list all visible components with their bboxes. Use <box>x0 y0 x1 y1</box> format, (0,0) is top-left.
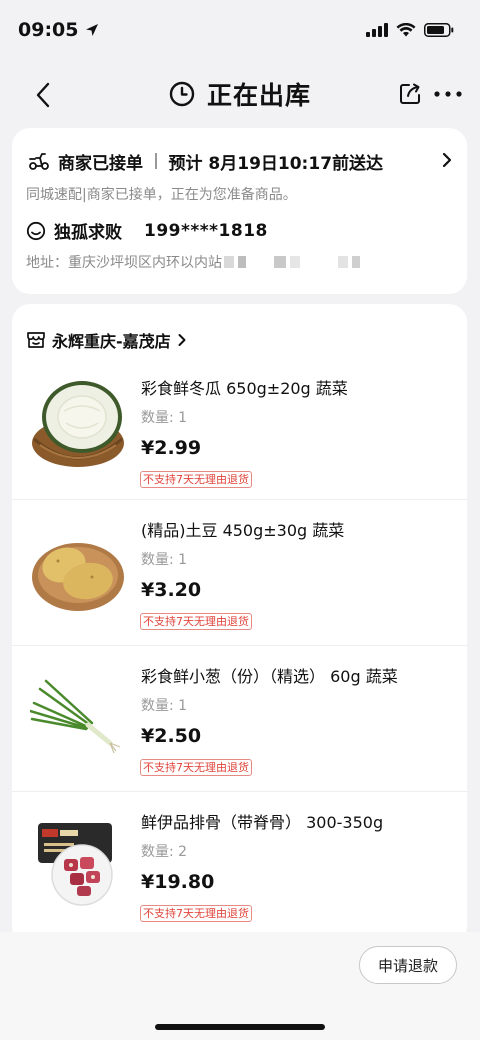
item-divider <box>12 499 467 500</box>
home-indicator <box>155 1024 325 1030</box>
contact-name: 独孤求败 <box>54 223 122 243</box>
list-item[interactable]: 鲜伊品排骨（带脊骨） 300-350g 数量: 2 ¥19.80 不支持7天无理… <box>12 791 467 937</box>
no-return-badge: 不支持7天无理由退货 <box>140 905 252 922</box>
address-redaction-mosaic <box>224 256 360 268</box>
address-text: 重庆沙坪坝区内环以内站 <box>68 255 222 271</box>
share-icon <box>400 83 420 104</box>
list-item[interactable]: 彩食鲜冬瓜 650g±20g 蔬菜 数量: 1 ¥2.99 不支持7天无理由退货 <box>12 357 467 503</box>
delivery-scooter-icon <box>29 153 49 170</box>
item-divider <box>12 645 467 646</box>
delivery-status: 商家已接单 <box>58 153 143 174</box>
product-name: 彩食鲜小葱（份）（精选） 60g 蔬菜 <box>141 667 398 686</box>
delivery-status-row[interactable]: 商家已接单 预计 8月19日10:17前送达 <box>28 148 453 174</box>
store-name: 永辉重庆-嘉茂店 <box>52 332 171 351</box>
request-refund-button[interactable]: 申请退款 <box>359 946 457 984</box>
status-time: 09:05 <box>18 19 100 41</box>
product-quantity: 数量: 1 <box>141 552 188 568</box>
address-label: 地址： <box>26 255 68 271</box>
delivery-card[interactable]: 商家已接单 预计 8月19日10:17前送达 同城速配|商家已接单，正在为您准备… <box>12 128 467 294</box>
status-icons <box>366 23 454 37</box>
product-name: (精品)土豆 450g±30g 蔬菜 <box>141 521 345 540</box>
product-name: 彩食鲜冬瓜 650g±20g 蔬菜 <box>141 379 348 398</box>
nav-bar: 正在出库 <box>0 64 480 124</box>
product-price: ¥19.80 <box>141 871 215 893</box>
contact-row: 独孤求败 199****1818 <box>26 218 268 243</box>
chevron-right-icon <box>178 334 186 346</box>
bottom-action-bar: 申请退款 <box>0 932 480 1040</box>
list-item[interactable]: (精品)土豆 450g±30g 蔬菜 数量: 1 ¥3.20 不支持7天无理由退… <box>12 499 467 645</box>
share-button[interactable] <box>396 80 424 108</box>
delivery-description: 同城速配|商家已接单，正在为您准备商品。 <box>26 187 297 203</box>
list-item[interactable]: 彩食鲜小葱（份）（精选） 60g 蔬菜 数量: 1 ¥2.50 不支持7天无理由… <box>12 645 467 791</box>
contact-phone: 199****1818 <box>144 220 268 241</box>
no-return-badge: 不支持7天无理由退货 <box>140 759 252 776</box>
product-quantity: 数量: 2 <box>141 844 188 860</box>
product-name: 鲜伊品排骨（带脊骨） 300-350g <box>141 813 384 832</box>
no-return-badge: 不支持7天无理由退货 <box>140 471 252 488</box>
product-image-winter-melon <box>30 371 130 471</box>
product-price: ¥2.99 <box>141 437 202 459</box>
wifi-icon <box>396 23 416 37</box>
product-image-potato <box>30 519 130 619</box>
chevron-left-icon <box>36 82 50 108</box>
product-image-pork-ribs <box>30 809 130 909</box>
no-return-badge: 不支持7天无理由退货 <box>140 613 252 630</box>
battery-icon <box>424 23 454 37</box>
back-button[interactable] <box>28 80 58 110</box>
delivery-eta: 预计 8月19日10:17前送达 <box>168 153 384 174</box>
chevron-right-icon <box>442 152 452 168</box>
location-arrow-icon <box>86 24 99 36</box>
more-dots-icon <box>434 91 462 97</box>
status-bar: 09:05 <box>0 0 480 60</box>
store-icon <box>27 332 45 348</box>
product-quantity: 数量: 1 <box>141 698 188 714</box>
delivery-separator <box>155 153 157 169</box>
product-quantity: 数量: 1 <box>141 410 188 426</box>
address-row: 地址： 重庆沙坪坝区内环以内站 <box>26 252 360 272</box>
product-price: ¥2.50 <box>141 725 202 747</box>
clock-icon <box>169 81 195 107</box>
cellular-signal-icon <box>366 23 388 37</box>
page-title: 正在出库 <box>206 81 311 110</box>
user-smile-icon <box>26 221 46 240</box>
store-link[interactable]: 永辉重庆-嘉茂店 <box>26 328 187 352</box>
more-button[interactable] <box>432 82 464 106</box>
product-price: ¥3.20 <box>141 579 202 601</box>
nav-title-group: 正在出库 <box>169 76 311 112</box>
order-items-card: 永辉重庆-嘉茂店 彩食鲜冬瓜 650g±20g 蔬菜 数量: 1 ¥2.99 不… <box>12 304 467 944</box>
item-divider <box>12 791 467 792</box>
product-image-scallion <box>28 667 130 767</box>
status-time-text: 09:05 <box>18 19 79 41</box>
